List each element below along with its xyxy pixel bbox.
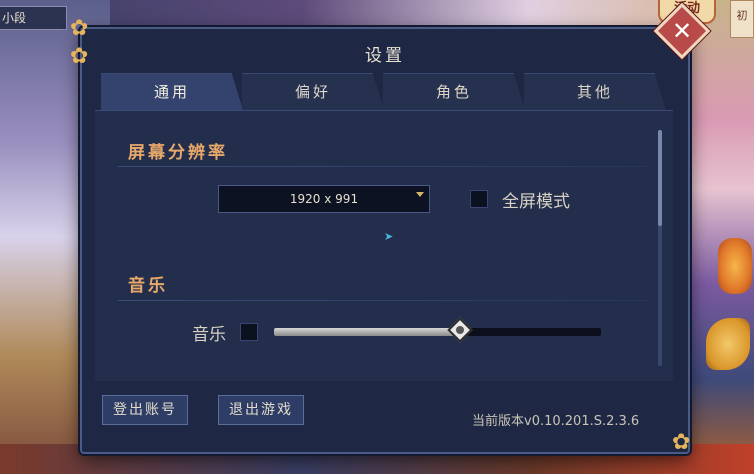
fullscreen-label: 全屏模式 xyxy=(502,192,570,212)
lantern-icon xyxy=(718,238,752,294)
mouse-cursor-icon: ➤ xyxy=(384,230,394,243)
settings-tabs: 通用 偏好 角色 其他 xyxy=(101,73,667,110)
resolution-dropdown[interactable]: 1920 x 991 xyxy=(218,185,430,213)
panel-title: 设置 xyxy=(365,46,405,66)
logout-button[interactable]: 登出账号 xyxy=(102,395,188,425)
exit-game-button[interactable]: 退出游戏 xyxy=(218,395,304,425)
version-text: 当前版本v0.10.201.S.2.3.6 xyxy=(472,414,640,429)
side-tag[interactable]: 初 xyxy=(730,0,754,38)
level-tag: 小段 xyxy=(0,6,67,30)
tab-general[interactable]: 通用 xyxy=(101,73,243,110)
music-checkbox[interactable] xyxy=(240,323,258,341)
music-label: 音乐 xyxy=(192,325,226,345)
flower-icon: ✿ xyxy=(672,430,691,455)
tab-other[interactable]: 其他 xyxy=(524,73,666,110)
section-divider xyxy=(118,166,646,167)
background-top-banner xyxy=(0,0,754,28)
music-volume-fill xyxy=(274,328,460,336)
resolution-section-header: 屏幕分辨率 xyxy=(128,143,228,163)
close-icon: ✕ xyxy=(671,17,693,45)
flower-icon: ✿ xyxy=(70,44,89,69)
flower-icon: ✿ xyxy=(70,16,89,41)
audio-section-header: 音乐 xyxy=(128,276,168,296)
chevron-down-icon xyxy=(416,192,424,197)
fullscreen-checkbox[interactable] xyxy=(470,190,488,208)
section-divider xyxy=(118,300,646,301)
content-scrollbar-thumb[interactable] xyxy=(658,130,662,226)
koi-icon xyxy=(706,318,750,370)
tab-character[interactable]: 角色 xyxy=(383,73,525,110)
tab-preferences[interactable]: 偏好 xyxy=(242,73,384,110)
